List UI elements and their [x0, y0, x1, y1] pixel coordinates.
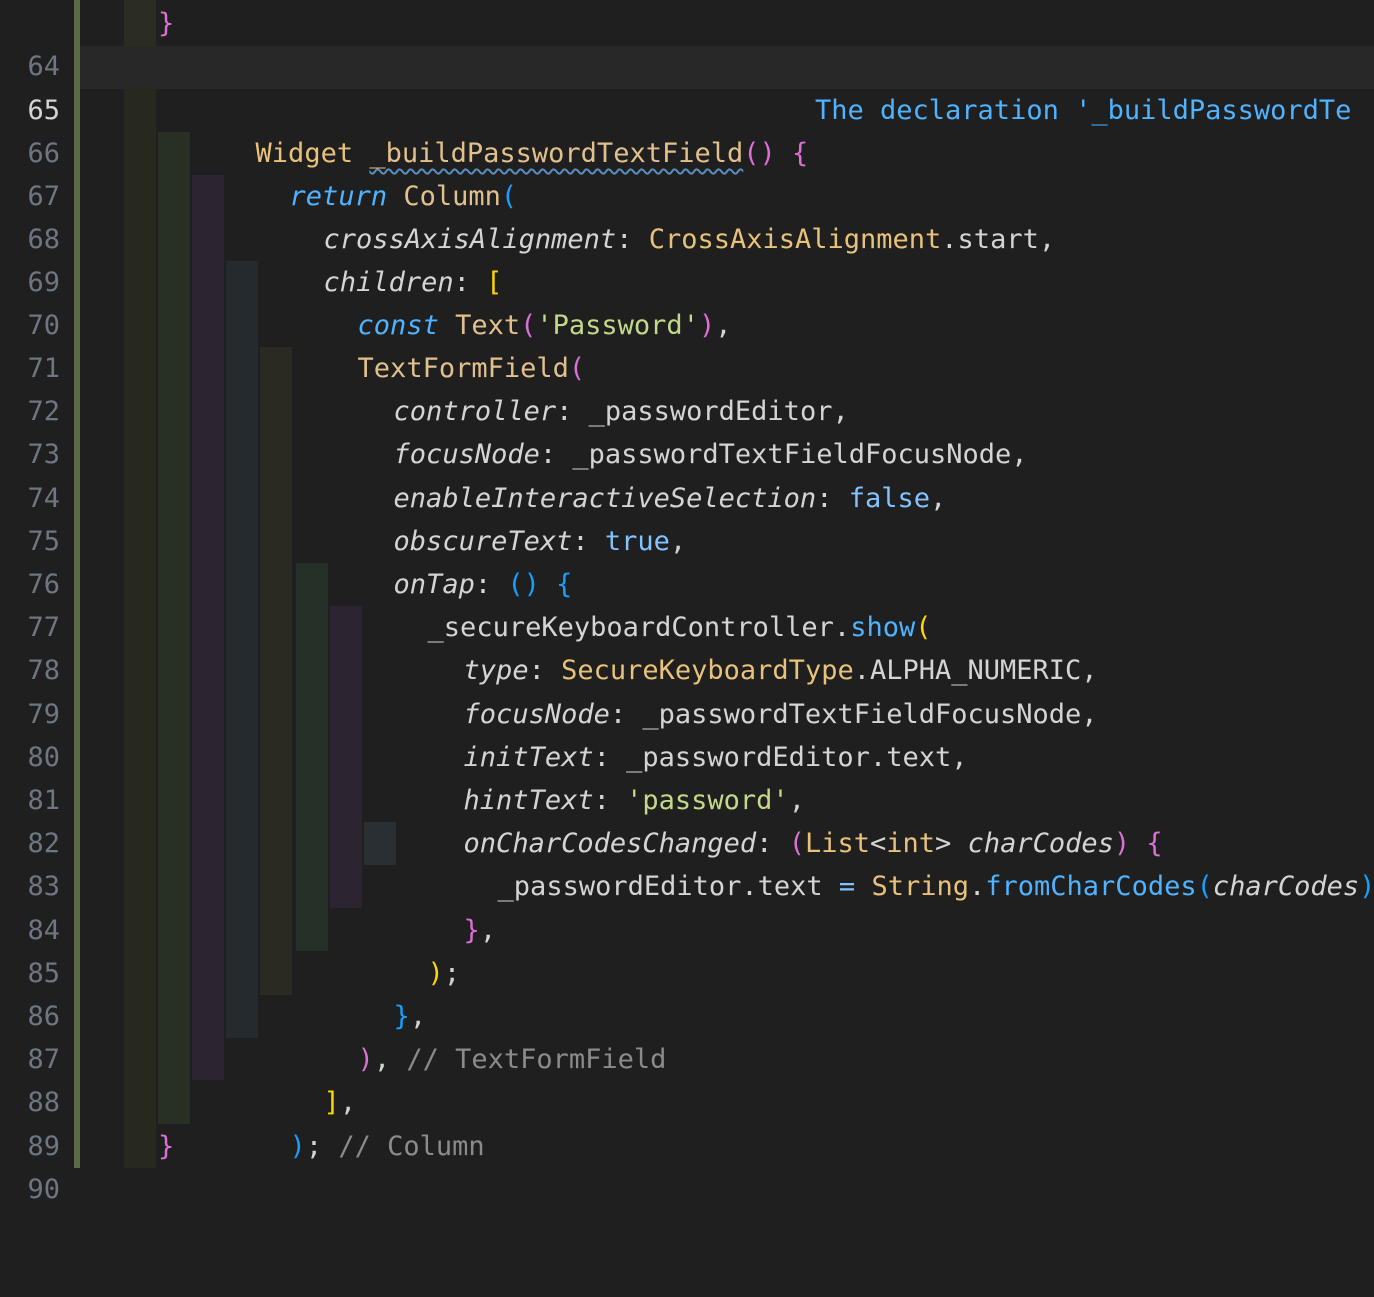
code-line[interactable]: 81 hintText: 'password', — [0, 736, 1374, 816]
code-line[interactable]: 76 onTap: () { — [0, 520, 1374, 600]
code-line[interactable]: 79 focusNode: _passwordTextFieldFocusNod… — [0, 650, 1374, 730]
inline-diagnostic-hint[interactable]: The declaration '_buildPasswordTe — [815, 89, 1351, 132]
code-line[interactable]: 72 controller: _passwordEditor, — [0, 347, 1374, 427]
brace: } — [158, 1131, 175, 1162]
code-line[interactable]: 78 type: SecureKeyboardType.ALPHA_NUMERI… — [0, 606, 1374, 686]
code-line[interactable]: 64 } — [0, 2, 1374, 82]
code-line[interactable]: 87 ), // TextFormField — [0, 995, 1374, 1075]
code-line[interactable]: 73 focusNode: _passwordTextFieldFocusNod… — [0, 390, 1374, 470]
code-line[interactable]: 90 } — [0, 1125, 1374, 1205]
line-number: 90 — [27, 1174, 60, 1205]
brace: } — [158, 8, 175, 39]
code-line[interactable]: 67 return Column( — [0, 132, 1374, 212]
code-line[interactable]: 65 — [0, 46, 1374, 126]
code-line[interactable]: 68 crossAxisAlignment: CrossAxisAlignmen… — [0, 175, 1374, 255]
code-line[interactable]: 83 _passwordEditor.text = String.fromCha… — [0, 822, 1374, 902]
code-line[interactable]: 66 Widget _buildPasswordTextField() { Th… — [0, 89, 1374, 169]
code-line[interactable]: 70 const Text('Password'), — [0, 261, 1374, 341]
code-line[interactable]: 84 }, — [0, 866, 1374, 946]
code-line[interactable]: 77 _secureKeyboardController.show( — [0, 563, 1374, 643]
code-line[interactable]: 86 }, — [0, 952, 1374, 1032]
code-line[interactable]: 82 onCharCodesChanged: (List<int> charCo… — [0, 779, 1374, 859]
code-line[interactable]: 89 ); // Column — [0, 1082, 1374, 1162]
code-line[interactable]: 69 children: [ — [0, 218, 1374, 298]
code-line[interactable]: 71 TextFormField( — [0, 304, 1374, 384]
code-line[interactable]: 88 ], — [0, 1038, 1374, 1118]
code-line[interactable]: 75 obscureText: true, — [0, 477, 1374, 557]
code-line[interactable]: 80 initText: _passwordEditor.text, — [0, 693, 1374, 773]
code-line[interactable]: 74 enableInteractiveSelection: false, — [0, 434, 1374, 514]
code-editor[interactable]: 64 } 65 66 Widget _buildPasswordTextFiel… — [0, 0, 1374, 1205]
code-line[interactable]: 85 ); — [0, 909, 1374, 989]
